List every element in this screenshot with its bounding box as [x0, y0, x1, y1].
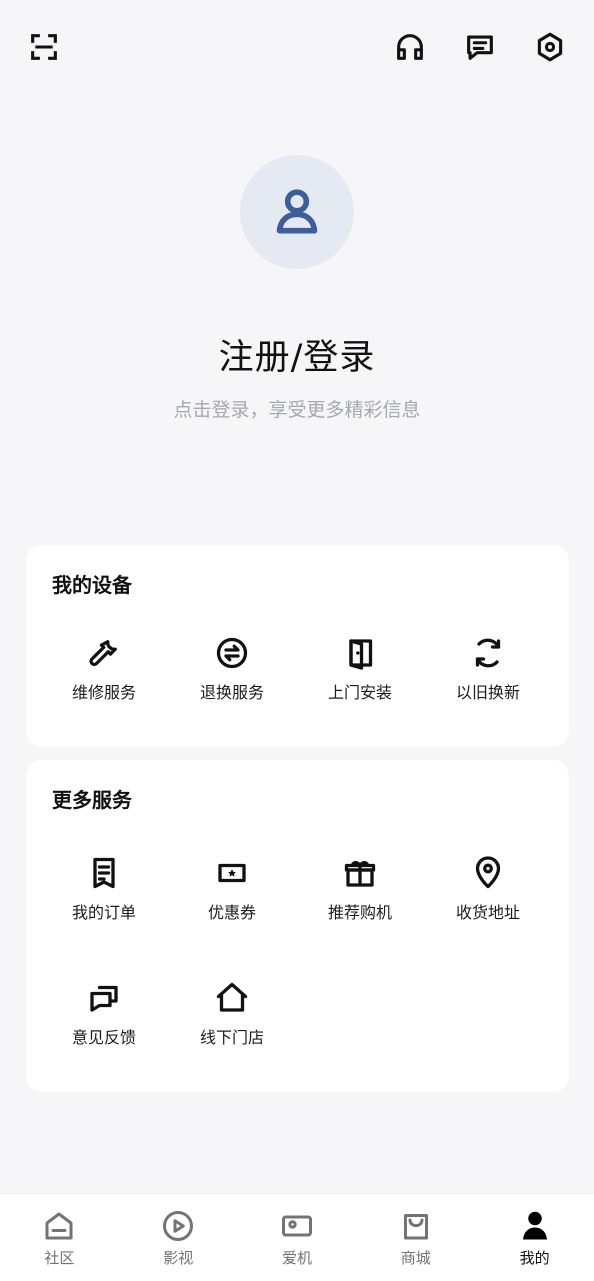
bottom-navigation: 社区 影视 爱机 商城 我的	[0, 1193, 594, 1281]
play-icon	[158, 1206, 198, 1246]
headset-icon[interactable]	[391, 28, 429, 66]
store-icon	[211, 977, 253, 1019]
profile-section: 注册/登录 点击登录，享受更多精彩信息	[0, 150, 594, 440]
shipping-address-item[interactable]: 收货地址	[424, 852, 552, 977]
location-icon	[467, 852, 509, 894]
repair-service-label: 维修服务	[71, 683, 136, 702]
devices-grid: 维修服务 退换服务 上门安装 以旧换新	[40, 632, 552, 704]
shopping-bag-icon	[396, 1206, 436, 1246]
door-icon	[339, 632, 381, 674]
nav-video-label: 影视	[163, 1249, 194, 1267]
nav-community-label: 社区	[44, 1249, 75, 1267]
nav-community[interactable]: 社区	[0, 1194, 119, 1281]
order-icon	[83, 852, 125, 894]
device-icon	[277, 1206, 317, 1246]
return-exchange-item[interactable]: 退换服务	[168, 632, 296, 704]
top-bar	[0, 0, 594, 96]
login-subtitle: 点击登录，享受更多精彩信息	[173, 399, 421, 421]
exchange-icon	[211, 632, 253, 674]
my-devices-card: 我的设备 维修服务 退换服务 上门安装 以旧换新	[26, 545, 569, 747]
nav-device-label: 爱机	[281, 1249, 312, 1267]
home-installation-item[interactable]: 上门安装	[296, 632, 424, 704]
profile-icon	[515, 1206, 555, 1246]
coupons-item[interactable]: 优惠券	[168, 852, 296, 977]
wrench-icon	[83, 632, 125, 674]
trade-in-label: 以旧换新	[455, 683, 520, 702]
repair-service-item[interactable]: 维修服务	[40, 632, 168, 704]
home-icon	[39, 1206, 79, 1246]
scan-icon[interactable]	[25, 28, 63, 66]
trade-in-item[interactable]: 以旧换新	[424, 632, 552, 704]
feedback-label: 意见反馈	[71, 1028, 136, 1047]
refresh-icon	[467, 632, 509, 674]
offline-store-item[interactable]: 线下门店	[168, 977, 296, 1092]
nav-mall-label: 商城	[400, 1249, 431, 1267]
settings-icon[interactable]	[531, 28, 569, 66]
nav-mall[interactable]: 商城	[356, 1194, 475, 1281]
gift-icon	[339, 852, 381, 894]
return-exchange-label: 退换服务	[199, 683, 264, 702]
user-icon[interactable]	[240, 155, 354, 269]
recommend-purchase-label: 推荐购机	[327, 903, 392, 922]
recommend-purchase-item[interactable]: 推荐购机	[296, 852, 424, 977]
my-devices-title: 我的设备	[52, 573, 132, 597]
feedback-icon	[83, 977, 125, 1019]
nav-mine-label: 我的	[519, 1249, 550, 1267]
coupons-label: 优惠券	[207, 903, 256, 922]
my-orders-label: 我的订单	[71, 903, 136, 922]
nav-device[interactable]: 爱机	[238, 1194, 357, 1281]
nav-mine[interactable]: 我的	[475, 1194, 594, 1281]
offline-store-label: 线下门店	[199, 1028, 264, 1047]
message-icon[interactable]	[461, 28, 499, 66]
my-orders-item[interactable]: 我的订单	[40, 852, 168, 977]
home-installation-label: 上门安装	[327, 683, 392, 702]
services-grid: 我的订单 优惠券 推荐购机 收货地址 意见反馈 线下门店	[40, 852, 552, 1092]
login-title[interactable]: 注册/登录	[0, 335, 594, 381]
feedback-item[interactable]: 意见反馈	[40, 977, 168, 1092]
shipping-address-label: 收货地址	[455, 903, 520, 922]
more-services-title: 更多服务	[52, 788, 132, 812]
nav-video[interactable]: 影视	[119, 1194, 238, 1281]
coupon-icon	[211, 852, 253, 894]
more-services-card: 更多服务 我的订单 优惠券 推荐购机 收货地址 意见反馈 线下门店	[26, 760, 569, 1092]
